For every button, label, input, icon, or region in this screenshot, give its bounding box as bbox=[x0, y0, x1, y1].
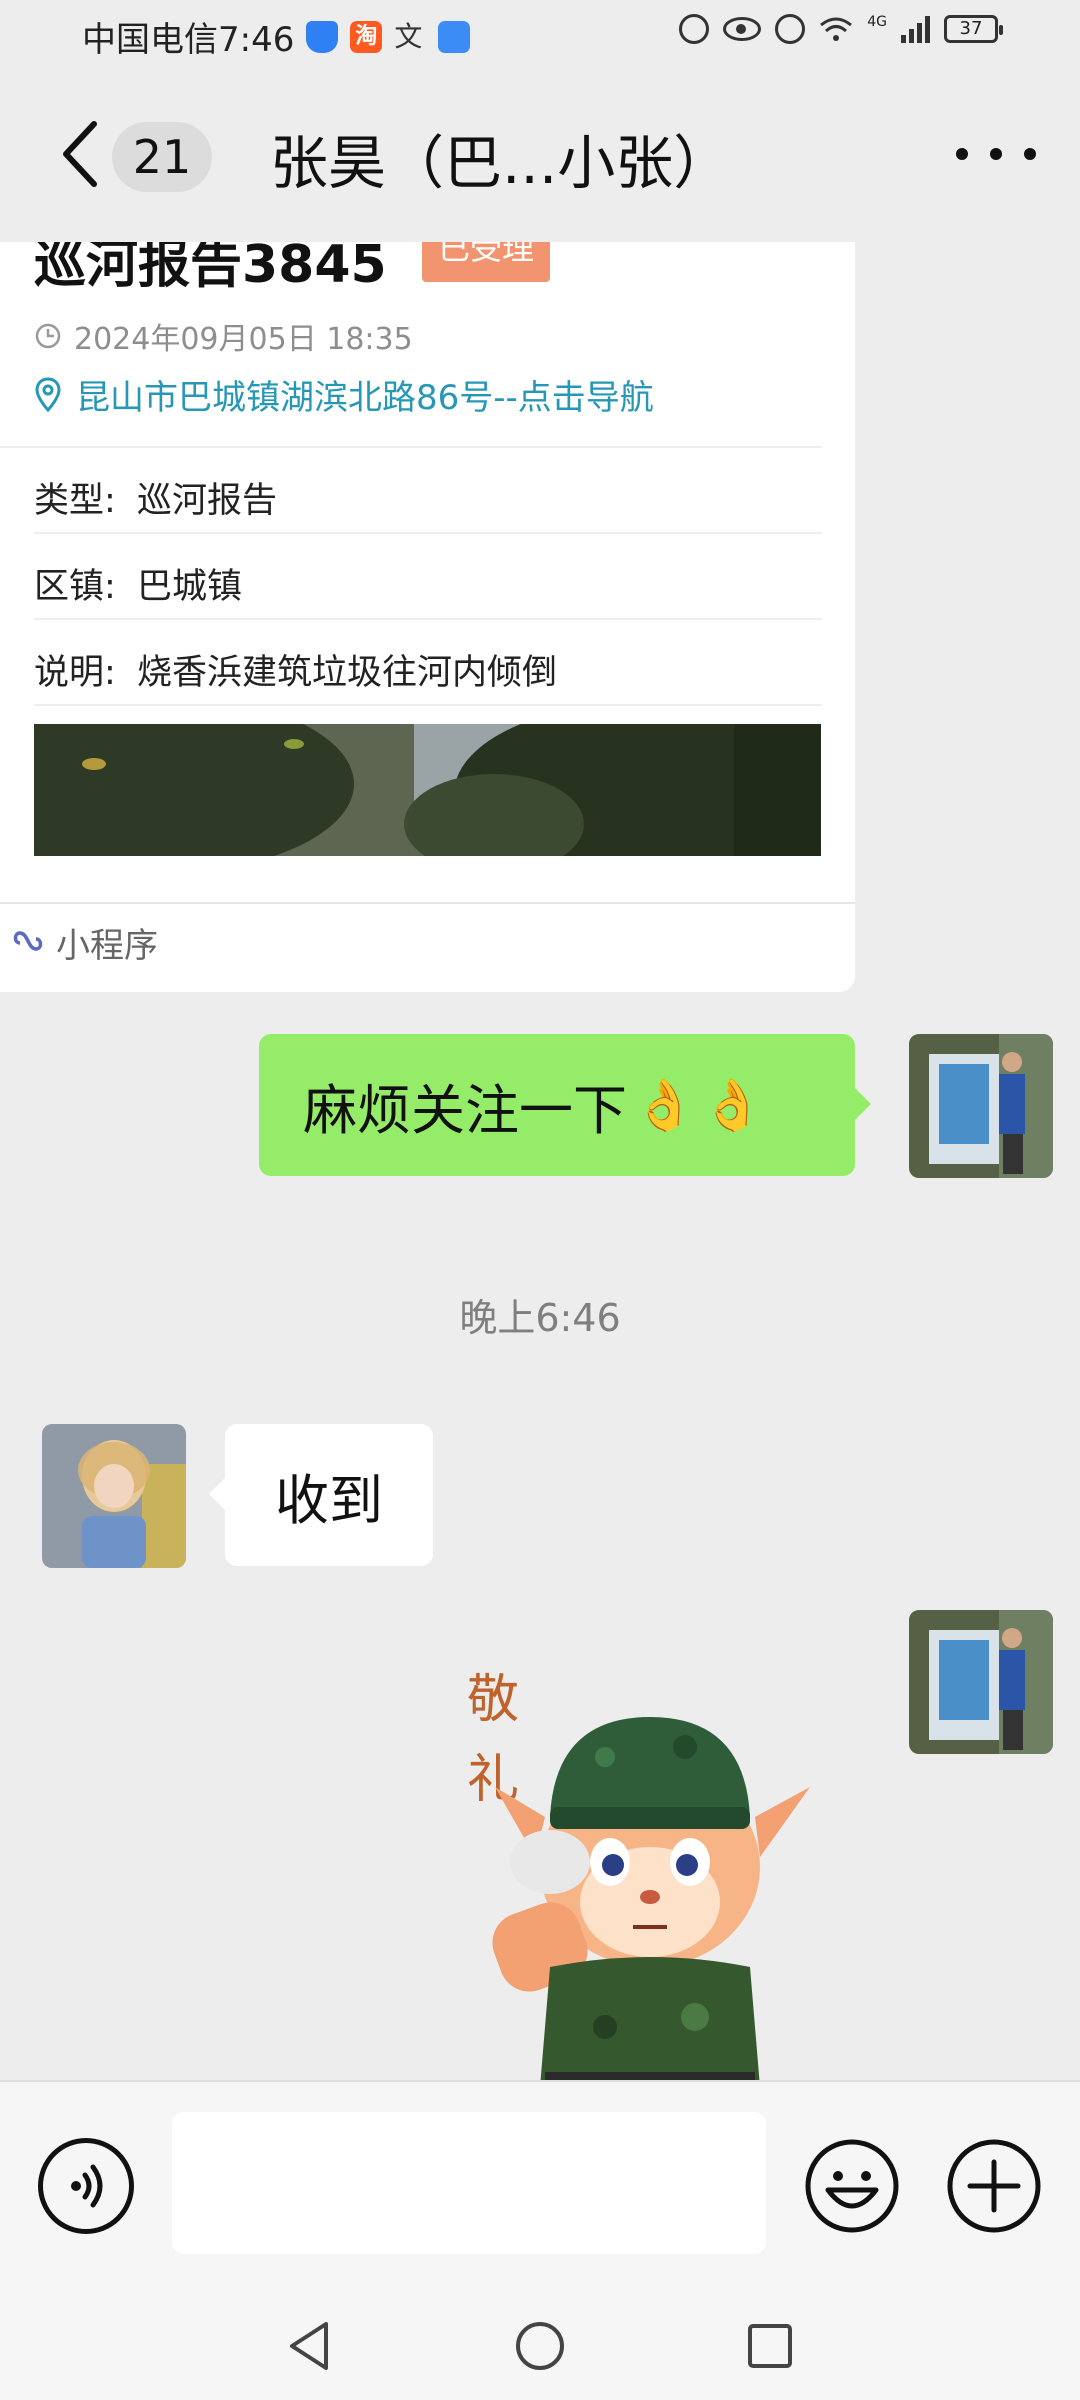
info-row-description: 说明: 烧香浜建筑垃圾往河内倾倒 bbox=[34, 644, 557, 695]
voice-input-button[interactable] bbox=[38, 2138, 134, 2234]
divider bbox=[0, 902, 855, 904]
nav-back-triangle-icon[interactable] bbox=[280, 2316, 340, 2376]
report-datetime: 2024年09月05日 18:35 bbox=[74, 322, 413, 357]
address-link[interactable]: 昆山市巴城镇湖滨北路86号--点击导航 bbox=[34, 370, 654, 419]
outgoing-message-text: 麻烦关注一下 bbox=[303, 1078, 627, 1142]
carrier-time: 中国电信7:46 bbox=[82, 20, 295, 60]
mini-program-footer: 小程序 bbox=[10, 918, 158, 967]
divider bbox=[34, 618, 822, 620]
contact-avatar-image bbox=[42, 1424, 186, 1568]
incoming-message-text: 收到 bbox=[275, 1468, 383, 1532]
wifi-icon bbox=[820, 17, 853, 41]
taobao-icon: 淘 bbox=[350, 20, 383, 53]
alarm-icon bbox=[775, 14, 806, 44]
info-label: 类型: bbox=[34, 481, 116, 521]
hd-call-icon bbox=[679, 14, 710, 44]
info-row-type: 类型: 巡河报告 bbox=[34, 472, 277, 523]
report-photo-image bbox=[34, 724, 821, 856]
address-text: 昆山市巴城镇湖滨北路86号--点击导航 bbox=[76, 378, 654, 418]
my-avatar-image bbox=[909, 1034, 1053, 1178]
divider bbox=[0, 446, 822, 448]
my-avatar-image bbox=[909, 1610, 1053, 1754]
emoji-button[interactable] bbox=[804, 2138, 900, 2234]
info-value: 巴城镇 bbox=[136, 567, 242, 607]
more-actions-plus-button[interactable] bbox=[946, 2138, 1042, 2234]
signal-icon bbox=[901, 15, 930, 43]
incoming-message-bubble[interactable]: 收到 bbox=[209, 1424, 433, 1566]
status-tag: 已受理 bbox=[422, 242, 550, 282]
mini-program-icon bbox=[13, 930, 43, 951]
info-value: 巡河报告 bbox=[136, 481, 277, 521]
salute-sticker-image: 敬 礼 bbox=[467, 1670, 810, 2080]
chat-header: 21 张昊（巴...小张） bbox=[0, 72, 1080, 242]
eye-comfort-icon bbox=[723, 17, 762, 41]
chat-title: 张昊（巴...小张） bbox=[270, 129, 732, 197]
translate-icon: 文 bbox=[394, 19, 423, 53]
network-type: 4G bbox=[867, 14, 887, 30]
shield-icon bbox=[306, 20, 339, 53]
clock-icon bbox=[35, 323, 61, 349]
clap-emoji-icon: 👌 bbox=[633, 1075, 696, 1134]
my-avatar[interactable] bbox=[909, 1034, 1053, 1178]
message-timestamp: 晚上6:46 bbox=[459, 1296, 621, 1340]
mini-program-card[interactable]: 巡河报告3845 已受理 2024年09月05日 18:35 昆山市巴城镇湖滨北… bbox=[0, 242, 855, 992]
dot-icon bbox=[956, 148, 968, 160]
system-nav-bar bbox=[0, 2290, 1080, 2400]
location-pin-icon bbox=[35, 376, 61, 412]
outgoing-message-bubble[interactable]: 麻烦关注一下 👌 👌 bbox=[259, 1034, 871, 1176]
dot-icon bbox=[1024, 148, 1036, 160]
cloud-icon bbox=[438, 20, 471, 53]
back-arrow-icon[interactable] bbox=[52, 114, 112, 194]
sticker-caption-1: 敬 bbox=[467, 1670, 519, 1730]
divider bbox=[34, 532, 822, 534]
dot-icon bbox=[990, 148, 1002, 160]
info-row-district: 区镇: 巴城镇 bbox=[34, 558, 242, 609]
mini-program-label: 小程序 bbox=[56, 926, 158, 966]
report-photo[interactable] bbox=[34, 724, 821, 856]
message-input[interactable] bbox=[172, 2112, 766, 2254]
nav-recents-square-icon[interactable] bbox=[740, 2316, 800, 2376]
more-options-button[interactable] bbox=[956, 132, 1036, 176]
info-label: 区镇: bbox=[34, 567, 116, 607]
info-value: 烧香浜建筑垃圾往河内倾倒 bbox=[136, 653, 557, 693]
nav-home-circle-icon[interactable] bbox=[510, 2316, 570, 2376]
voice-icon bbox=[71, 2164, 103, 2208]
battery-icon: 37 bbox=[944, 15, 1003, 43]
my-avatar[interactable] bbox=[909, 1610, 1053, 1754]
salute-sticker[interactable]: 敬 礼 bbox=[455, 1647, 835, 2080]
input-bar bbox=[0, 2080, 1080, 2292]
status-bar: 中国电信7:46 淘 文 4G 37 bbox=[0, 0, 1080, 72]
unread-count-badge[interactable]: 21 bbox=[112, 122, 212, 192]
report-title: 巡河报告3845 bbox=[34, 242, 387, 295]
info-label: 说明: bbox=[34, 653, 116, 693]
report-datetime-row: 2024年09月05日 18:35 bbox=[34, 314, 413, 358]
divider bbox=[34, 704, 822, 706]
status-left: 中国电信7:46 淘 文 bbox=[82, 12, 471, 61]
message-list[interactable]: 巡河报告3845 已受理 2024年09月05日 18:35 昆山市巴城镇湖滨北… bbox=[0, 242, 1080, 2080]
status-right: 4G 37 bbox=[679, 14, 1003, 44]
clap-emoji-icon: 👌 bbox=[701, 1075, 764, 1134]
contact-avatar[interactable] bbox=[42, 1424, 186, 1568]
